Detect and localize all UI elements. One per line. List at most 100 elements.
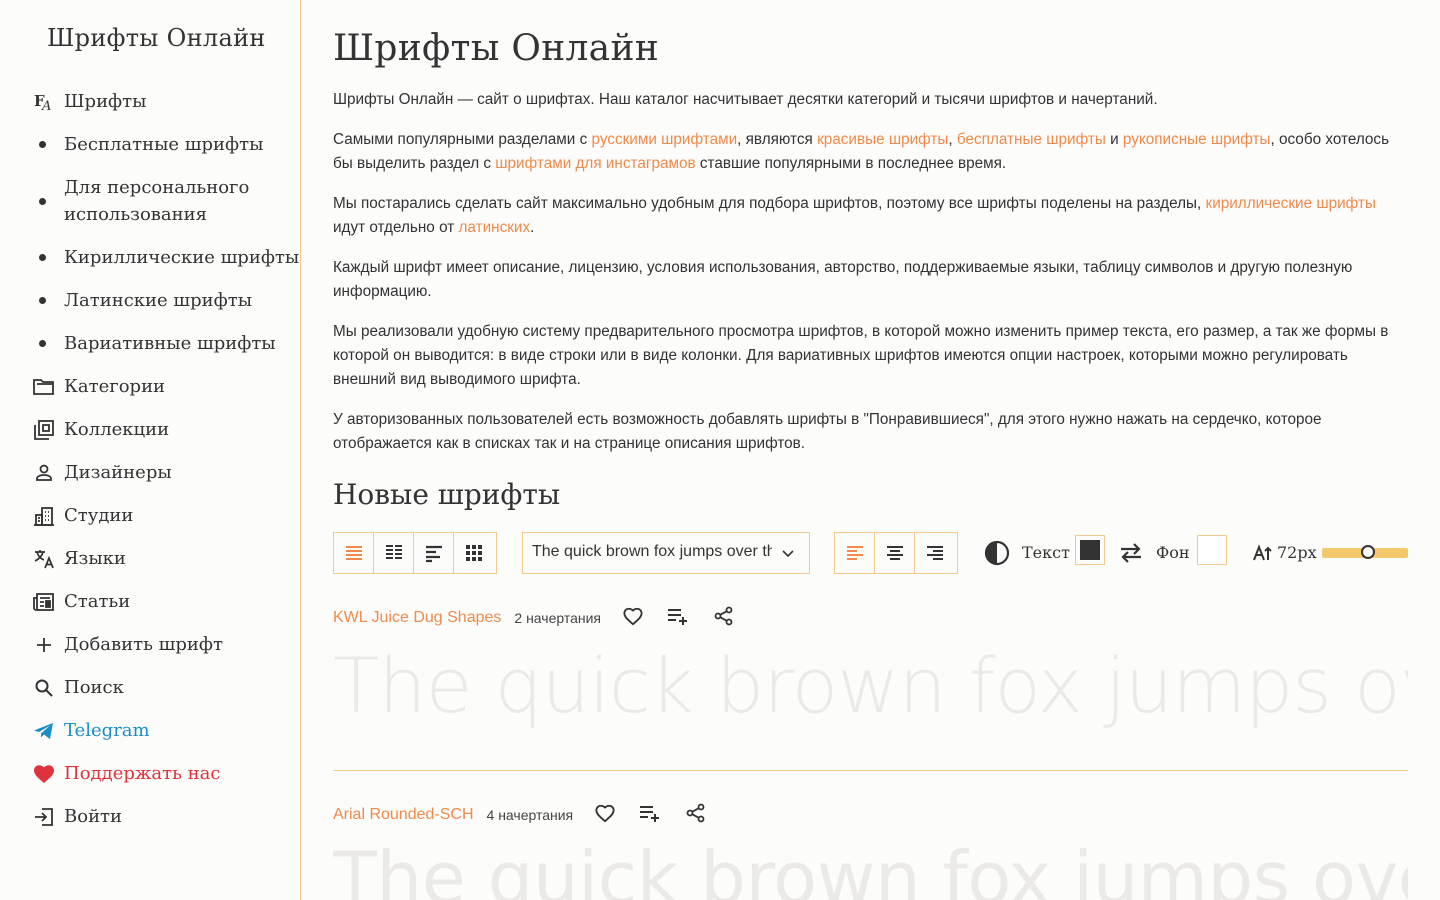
svg-text:A: A <box>41 99 51 113</box>
translate-icon <box>32 547 56 571</box>
sidebar-item-label: Категории <box>64 376 166 397</box>
new-fonts-heading: Новые шрифты <box>333 478 561 511</box>
share-icon[interactable] <box>714 606 734 631</box>
collection-icon <box>32 418 56 442</box>
divider <box>333 770 1408 771</box>
chevron-down-icon <box>781 546 795 565</box>
favorite-heart-icon[interactable] <box>622 606 644 631</box>
text: идут отдельно от <box>333 219 459 236</box>
sidebar-item-label: Латинские шрифты <box>64 290 253 311</box>
view-grid-button[interactable] <box>454 533 494 573</box>
add-to-collection-icon[interactable] <box>667 606 689 631</box>
text: Мы постарались сделать сайт максимально … <box>333 195 1206 212</box>
align-left-icon <box>425 545 442 563</box>
align-center-button[interactable] <box>875 533 915 573</box>
text: ставшие популярными в последнее время. <box>695 155 1007 172</box>
popular-sections-paragraph: Самыми популярными разделами с русскими … <box>333 128 1408 176</box>
sidebar-item-label: Добавить шрифт <box>64 634 223 655</box>
search-icon <box>32 676 56 700</box>
text-align-center-icon <box>886 546 903 560</box>
text: и <box>1105 131 1123 148</box>
sidebar-item-label: Шрифты <box>64 91 147 112</box>
text: , <box>948 131 957 148</box>
font-size-icon <box>1253 544 1275 567</box>
description-paragraph: Каждый шрифт имеет описание, лицензию, у… <box>333 259 1353 300</box>
favorites-paragraph: У авторизованных пользователей есть возм… <box>333 411 1322 452</box>
link-free-fonts[interactable]: бесплатные шрифты <box>957 131 1106 148</box>
sidebar-item-label: Поиск <box>64 677 124 698</box>
plus-icon <box>32 633 56 657</box>
font-preview-text: The quick brown fox jumps over th <box>333 842 1408 900</box>
sidebar-item-label: Для персонального использования <box>64 177 250 225</box>
text-color-fill <box>1080 540 1100 560</box>
bullet-icon <box>39 254 46 261</box>
link-instagram-fonts[interactable]: шрифтами для инстаграмов <box>495 155 695 172</box>
font-icon: FA <box>32 90 56 114</box>
building-icon <box>32 504 56 528</box>
link-cyrillic-fonts[interactable]: кириллические шрифты <box>1206 195 1376 212</box>
sidebar-item-label: Кириллические шрифты <box>64 247 300 268</box>
background-color-swatch[interactable] <box>1197 535 1227 565</box>
sidebar-item-label: Языки <box>64 548 126 569</box>
sidebar-item-label: Коллекции <box>64 419 170 440</box>
text-color-swatch[interactable] <box>1075 535 1105 565</box>
telegram-icon <box>32 719 56 743</box>
view-compact-button[interactable] <box>414 533 454 573</box>
font-card-header: KWL Juice Dug Shapes 2 начертания <box>333 606 734 630</box>
font-size-value: 72px <box>1277 543 1317 562</box>
link-latin-fonts[interactable]: латинских <box>459 219 531 236</box>
sidebar-item-label: Войти <box>64 806 123 827</box>
view-mode-group <box>333 532 497 574</box>
preview-system-paragraph: Мы реализовали удобную систему предварит… <box>333 323 1389 388</box>
heart-icon <box>32 762 56 786</box>
swap-colors-icon[interactable] <box>1118 542 1144 569</box>
sidebar-item-label: Вариативные шрифты <box>64 333 276 354</box>
font-styles-count: 4 начертания <box>486 807 574 823</box>
newspaper-icon <box>32 590 56 614</box>
text: . <box>530 219 535 236</box>
text-color-label: Текст <box>1022 543 1070 562</box>
link-beautiful-fonts[interactable]: красивые шрифты <box>817 131 948 148</box>
sidebar-item-label: Бесплатные шрифты <box>64 134 264 155</box>
intro-paragraph: Шрифты Онлайн — сайт о шрифтах. Наш ката… <box>333 91 1158 108</box>
sample-text-value: The quick brown fox jumps over th <box>532 543 772 560</box>
folder-icon <box>32 375 56 399</box>
page-title: Шрифты Онлайн <box>333 28 660 69</box>
contrast-icon[interactable] <box>984 540 1010 571</box>
sidebar-item-label: Дизайнеры <box>64 462 172 483</box>
align-right-button[interactable] <box>915 533 955 573</box>
font-preview-text: The quick brown fox jumps over th <box>333 648 1408 730</box>
bullet-icon <box>39 340 46 347</box>
sidebar-item-label: Поддержать нас <box>64 763 221 784</box>
text: Самыми популярными разделами с <box>333 131 592 148</box>
share-icon[interactable] <box>686 803 706 828</box>
person-icon <box>32 461 56 485</box>
sidebar-item-label: Студии <box>64 505 134 526</box>
login-icon <box>32 805 56 829</box>
font-card-header: Arial Rounded-SCH 4 начертания <box>333 803 706 827</box>
sections-paragraph: Мы постарались сделать сайт максимально … <box>333 192 1408 240</box>
bullet-icon <box>39 297 46 304</box>
text: , являются <box>737 131 818 148</box>
view-list-button[interactable] <box>334 533 374 573</box>
bullet-icon <box>39 197 46 205</box>
background-color-label: Фон <box>1156 543 1190 562</box>
font-styles-count: 2 начертания <box>514 610 602 626</box>
link-russian-fonts[interactable]: русскими шрифтами <box>592 131 738 148</box>
bullet-icon <box>39 141 46 148</box>
sample-text-select[interactable]: The quick brown fox jumps over th <box>522 532 810 574</box>
site-logo[interactable]: Шрифты Онлайн <box>47 24 266 52</box>
text-align-left-icon <box>846 546 863 560</box>
font-name-link[interactable]: Arial Rounded-SCH <box>333 806 474 824</box>
add-to-collection-icon[interactable] <box>639 803 661 828</box>
sidebar: Шрифты Онлайн FA Шрифты Бесплатные шрифт… <box>0 0 301 900</box>
sidebar-item-label: Статьи <box>64 591 131 612</box>
list-lines-icon <box>345 546 362 560</box>
favorite-heart-icon[interactable] <box>594 803 616 828</box>
font-name-link[interactable]: KWL Juice Dug Shapes <box>333 609 501 627</box>
text-align-right-icon <box>927 546 943 560</box>
align-left-button[interactable] <box>835 533 875 573</box>
view-columns-button[interactable] <box>374 533 414 573</box>
link-handwritten-fonts[interactable]: рукописные шрифты <box>1123 131 1271 148</box>
columns-icon <box>385 545 402 559</box>
